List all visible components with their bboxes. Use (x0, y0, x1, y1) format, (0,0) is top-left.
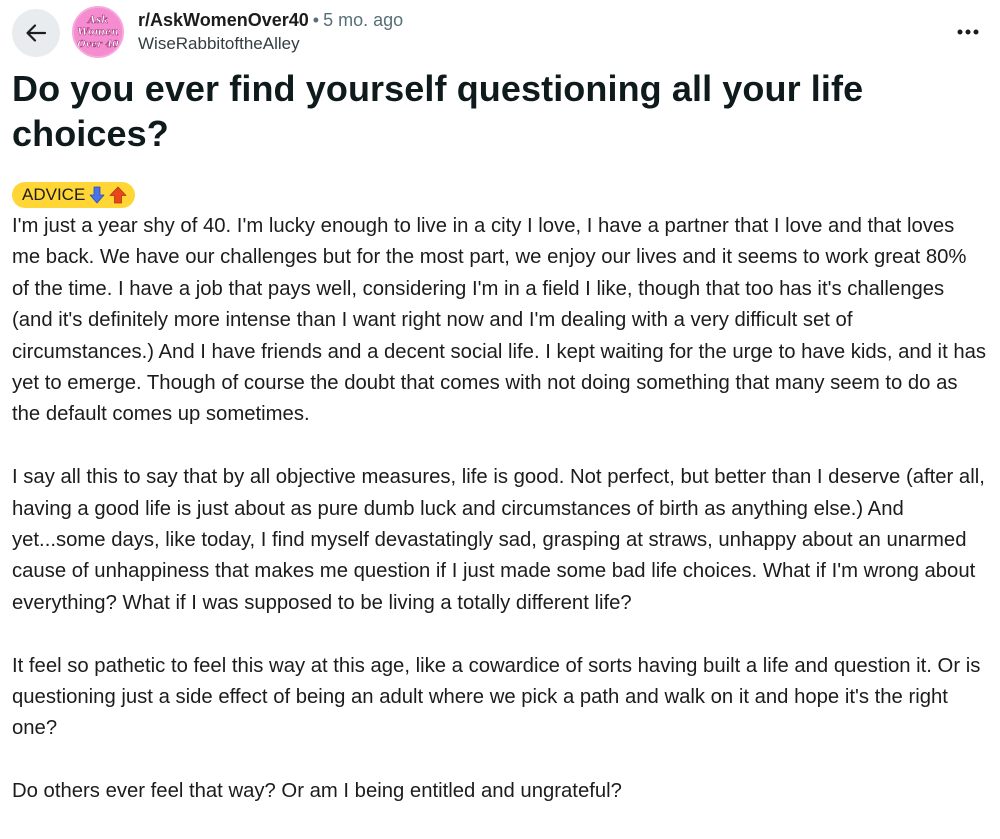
post-meta-top: r/AskWomenOver40 • 5 mo. ago (138, 8, 403, 32)
more-options-button[interactable] (950, 14, 986, 50)
subreddit-avatar[interactable]: Ask Women Over 40 (72, 6, 124, 58)
flair-label: ADVICE (22, 185, 86, 204)
post-title[interactable]: Do you ever find yourself questioning al… (12, 66, 972, 156)
svg-text:Over 40: Over 40 (77, 39, 119, 50)
post-flair[interactable]: ADVICE (12, 182, 136, 208)
post-paragraph: Do others ever feel that way? Or am I be… (12, 780, 622, 803)
subreddit-logo: Ask Women Over 40 (74, 8, 122, 56)
svg-text:Women: Women (77, 27, 118, 38)
arrow-down-icon (89, 186, 105, 204)
post-paragraph: It feel so pathetic to feel this way at … (12, 654, 981, 740)
back-button[interactable] (12, 9, 60, 57)
more-horizontal-icon (957, 29, 979, 35)
post-paragraph: I say all this to say that by all object… (12, 466, 985, 614)
meta-separator: • (312, 10, 320, 30)
post-paragraph: I'm just a year shy of 40. I'm lucky eno… (12, 215, 987, 426)
subreddit-link[interactable]: r/AskWomenOver40 (138, 10, 309, 30)
post-body: I'm just a year shy of 40. I'm lucky eno… (12, 211, 988, 839)
arrow-up-icon (109, 186, 127, 204)
svg-text:Ask: Ask (87, 15, 108, 26)
post-age: 5 mo. ago (323, 10, 404, 30)
post-header: Ask Women Over 40 r/AskWomenOver40 • 5 mo.… (0, 0, 1000, 66)
post-meta: r/AskWomenOver40 • 5 mo. ago WiseRabbitoft… (138, 8, 403, 55)
arrow-left-icon (26, 24, 47, 42)
author-link[interactable]: WiseRabbitoftheAlley (138, 33, 403, 55)
